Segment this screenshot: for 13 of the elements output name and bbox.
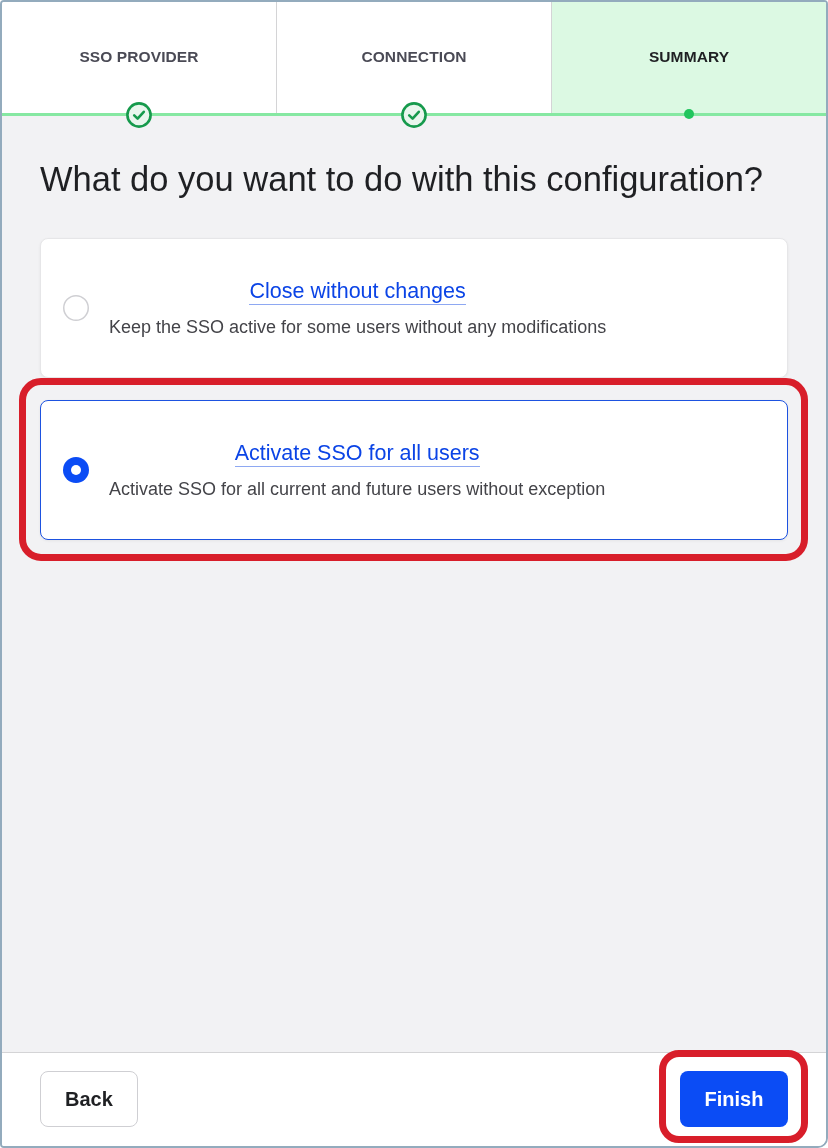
secondary-button[interactable]: Back — [40, 1071, 138, 1127]
option-description: Keep the SSO active for some users without any modifications — [109, 315, 607, 338]
option-description: Activate SSO for all current and future users without exception — [109, 477, 606, 500]
option-card[interactable]: Activate SSO for all users Activate SSO for all current and future users without exception — [40, 400, 788, 540]
option-title-link[interactable]: Close without changes — [249, 278, 466, 305]
option-card[interactable]: Close without changes Keep the SSO active for some users without any modifications — [40, 238, 788, 378]
primary-button[interactable]: Finish — [680, 1071, 788, 1127]
radio-button[interactable] — [63, 295, 89, 321]
radio-button[interactable] — [63, 457, 89, 483]
page-heading: What do you want to do with this configuration? — [40, 160, 764, 198]
step-tab[interactable]: SUMMARY — [551, 2, 826, 113]
step-tab[interactable]: SSO PROVIDER — [2, 2, 276, 113]
option-title-link[interactable]: Activate SSO for all users — [234, 440, 480, 467]
